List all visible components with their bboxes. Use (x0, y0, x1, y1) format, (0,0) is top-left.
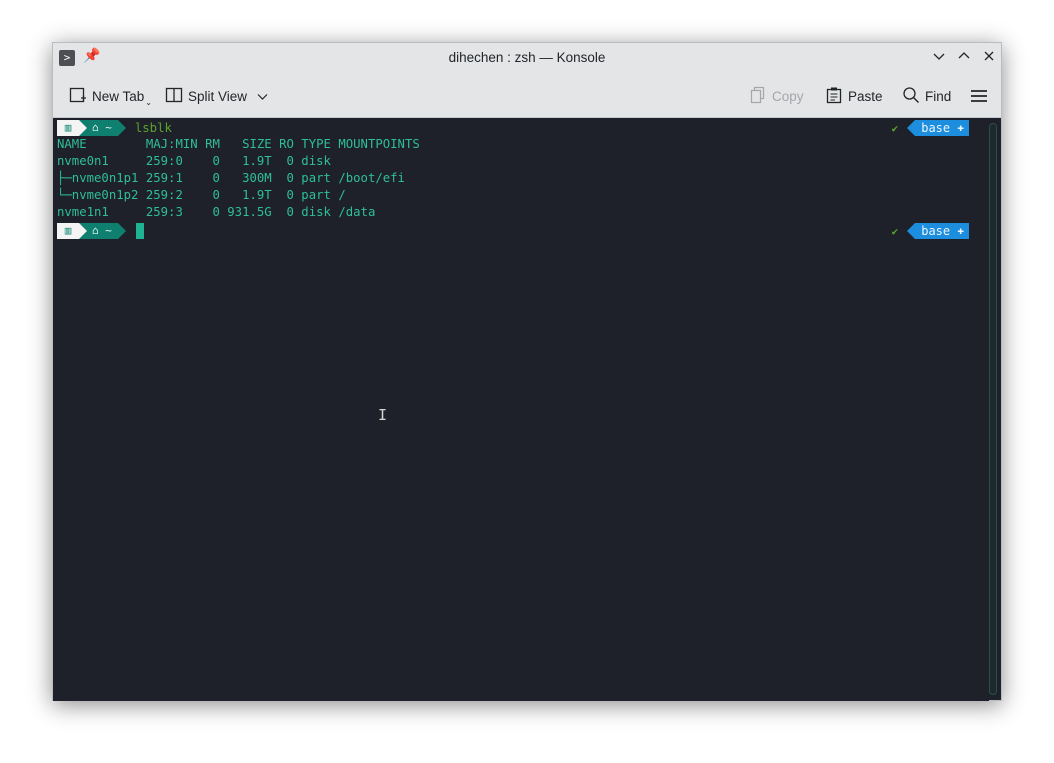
search-icon (902, 86, 920, 107)
split-view-button[interactable]: Split View (165, 85, 268, 107)
terminal-area[interactable]: ▥ ⌂ ~ lsblk ✔ base ✚ NAME MAJ:MIN RM SIZ… (53, 118, 989, 701)
toolbar: New Tab ⌄ Split View Copy Paste Find (53, 73, 1001, 118)
env-segment: base ✚ (915, 120, 969, 136)
chevron-down-icon[interactable] (257, 89, 268, 104)
powerline-separator (907, 120, 916, 136)
powerline-separator (79, 223, 87, 239)
env-name: base (921, 121, 951, 135)
chevron-up-icon (958, 52, 970, 59)
new-tab-button[interactable]: New Tab ⌄ (69, 85, 152, 107)
terminal-scrollbar[interactable] (989, 123, 997, 695)
copy-label: Copy (772, 88, 804, 104)
manjaro-logo-icon: ▥ (57, 120, 79, 136)
copy-button[interactable]: Copy (749, 85, 804, 107)
close-icon (984, 51, 994, 61)
output-line: nvme1n1 259:3 0 931.5G 0 disk /data (57, 205, 376, 219)
find-button[interactable]: Find (902, 85, 951, 107)
find-label: Find (925, 88, 952, 104)
python-icon: ✚ (957, 224, 964, 237)
home-path: ~ (105, 224, 112, 237)
checkmark-icon: ✔ (891, 121, 899, 135)
home-dir-segment: ⌂ ~ (87, 223, 118, 239)
split-view-icon (165, 86, 183, 107)
home-icon: ⌂ (92, 121, 99, 134)
powerline-separator (117, 223, 126, 239)
hamburger-menu-icon (971, 90, 987, 102)
home-path: ~ (105, 121, 112, 134)
powerline-separator (117, 120, 126, 136)
split-view-label: Split View (188, 88, 248, 104)
checkmark-icon: ✔ (891, 224, 899, 238)
title-bar[interactable]: > 📌 dihechen : zsh — Konsole (53, 43, 1001, 73)
new-tab-icon (69, 86, 87, 107)
maximize-button[interactable] (954, 47, 974, 67)
manjaro-logo-icon: ▥ (57, 223, 79, 239)
env-name: base (921, 224, 951, 238)
command-text: lsblk (134, 121, 172, 135)
dropdown-indicator-icon[interactable]: ⌄ (145, 98, 152, 107)
new-tab-label: New Tab (92, 88, 145, 104)
right-prompt: ✔ base ✚ (892, 223, 969, 239)
close-button[interactable] (979, 47, 999, 67)
window-title: dihechen : zsh — Konsole (448, 50, 606, 65)
paste-icon (825, 86, 843, 107)
konsole-window: > 📌 dihechen : zsh — Konsole New Tab ⌄ S… (52, 42, 1002, 701)
output-line: ├─nvme0n1p1 259:1 0 300M 0 part /boot/ef… (57, 171, 405, 185)
powerline-separator (907, 223, 916, 239)
copy-icon (749, 86, 767, 107)
prompt-line: ▥ ⌂ ~ lsblk (57, 120, 172, 136)
output-line: nvme0n1 259:0 0 1.9T 0 disk (57, 154, 331, 168)
paste-label: Paste (848, 88, 883, 104)
home-icon: ⌂ (92, 224, 99, 237)
hamburger-menu-button[interactable] (970, 85, 988, 107)
python-icon: ✚ (957, 121, 964, 134)
powerline-separator (79, 120, 87, 136)
prompt-line: ▥ ⌂ ~ (57, 223, 144, 239)
chevron-down-icon (933, 53, 945, 60)
paste-button[interactable]: Paste (825, 85, 883, 107)
home-dir-segment: ⌂ ~ (87, 120, 118, 136)
right-prompt: ✔ base ✚ (892, 120, 969, 136)
text-cursor (135, 223, 144, 239)
mouse-ibeam-cursor-icon: I (378, 406, 388, 424)
output-line: └─nvme0n1p2 259:2 0 1.9T 0 part / (57, 188, 346, 202)
env-segment: base ✚ (915, 223, 969, 239)
output-header-line: NAME MAJ:MIN RM SIZE RO TYPE MOUNTPOINTS (57, 137, 420, 151)
minimize-button[interactable] (929, 47, 949, 67)
